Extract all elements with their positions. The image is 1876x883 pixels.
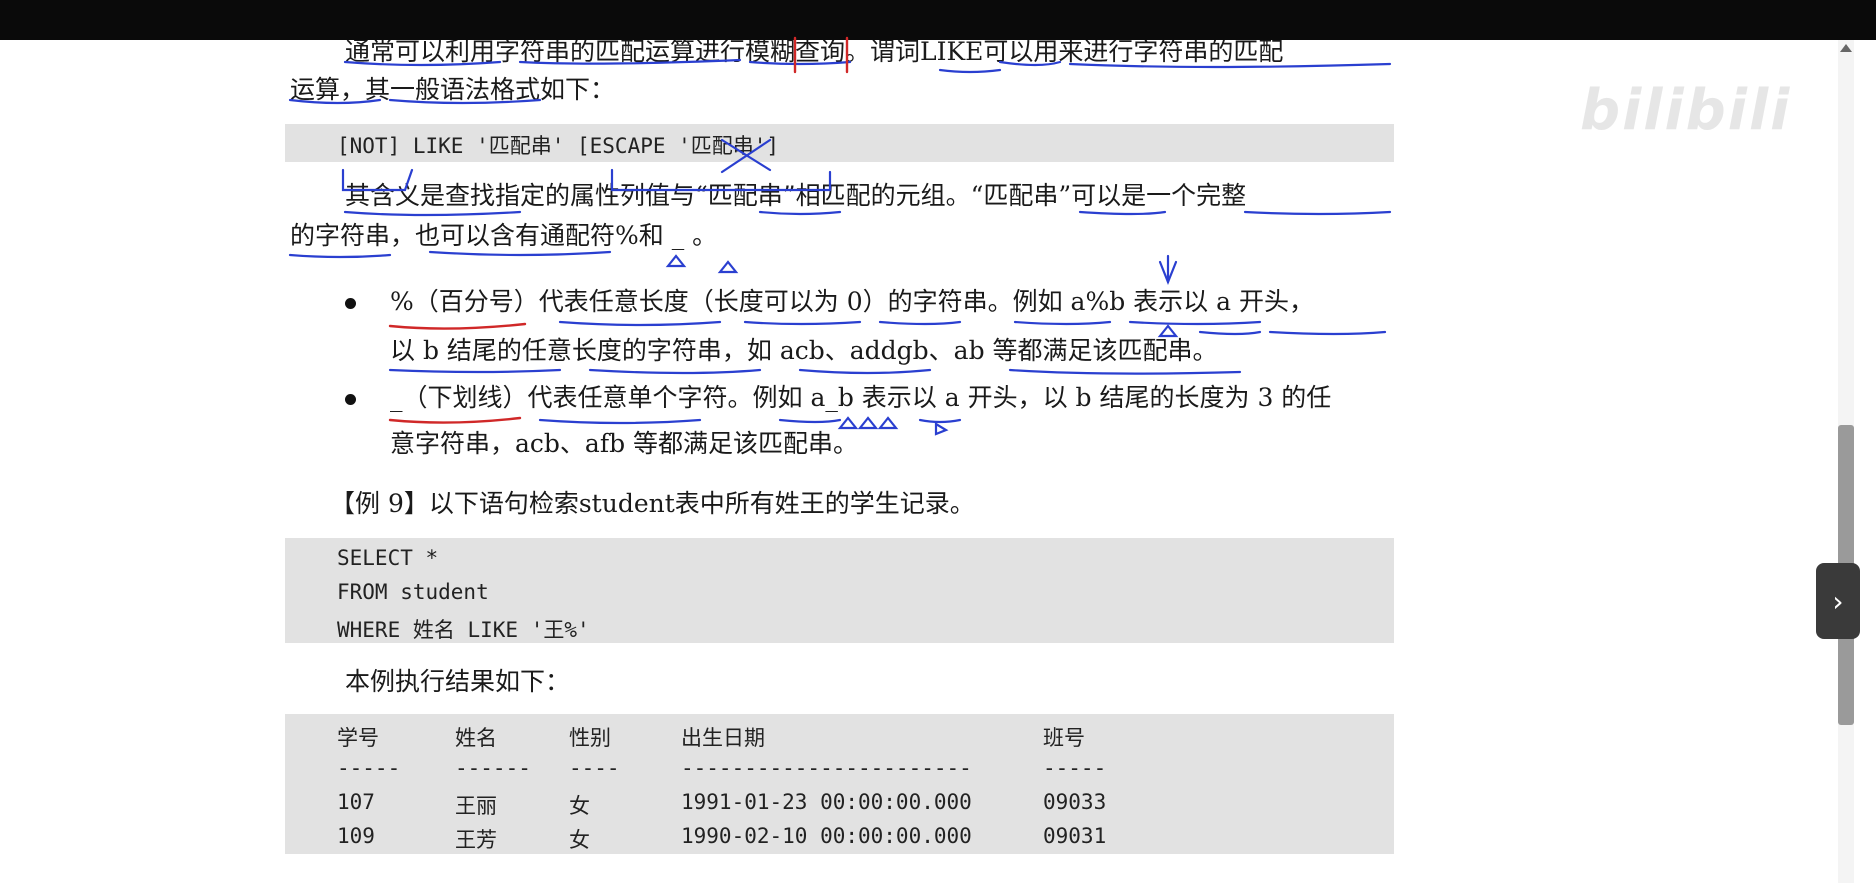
ink-triangle <box>857 416 879 430</box>
ink-underline <box>388 98 542 105</box>
ink-underline <box>518 58 742 65</box>
ink-underline <box>558 320 722 327</box>
scroll-up-arrow-icon[interactable] <box>1840 44 1852 52</box>
ink-underline <box>343 210 522 217</box>
ink-triangle <box>837 416 859 430</box>
ink-underline <box>388 368 562 374</box>
ink-triangle <box>877 416 899 430</box>
ink-triangle <box>934 422 949 436</box>
ink-bracket <box>610 168 832 192</box>
ink-triangle <box>1157 324 1179 338</box>
chevron-right-icon: › <box>1832 584 1844 618</box>
bilibili-watermark: bilibili <box>1580 78 1792 143</box>
ink-underline <box>878 320 962 326</box>
ink-underline <box>1198 330 1262 336</box>
ink-underline <box>288 98 382 105</box>
ink-underline <box>1008 368 1242 375</box>
ink-underline-red <box>388 416 522 424</box>
ink-triangle <box>665 254 687 268</box>
next-button[interactable]: › <box>1816 563 1860 639</box>
ink-underline <box>998 60 1062 67</box>
ink-underline <box>288 253 392 259</box>
ink-underline <box>428 250 612 257</box>
ink-underline <box>798 368 932 375</box>
ink-underline <box>343 60 502 67</box>
ink-underline <box>1068 62 1392 69</box>
ink-underline <box>1243 210 1392 216</box>
ink-underline <box>938 68 1002 74</box>
ink-underline <box>748 60 852 66</box>
ink-underline <box>1078 210 1167 216</box>
ink-underline <box>1128 320 1262 326</box>
ink-underline <box>538 418 702 425</box>
ink-triangle <box>717 260 739 274</box>
ink-underline <box>1268 330 1387 336</box>
ink-underline <box>588 368 762 375</box>
ink-underline-red <box>388 322 527 330</box>
ink-underline <box>778 418 842 424</box>
ink-bracket <box>341 168 414 192</box>
ink-underline <box>1013 320 1112 326</box>
ink-underline <box>743 320 862 326</box>
ink-underline <box>918 418 962 424</box>
ink-underline <box>758 210 842 216</box>
